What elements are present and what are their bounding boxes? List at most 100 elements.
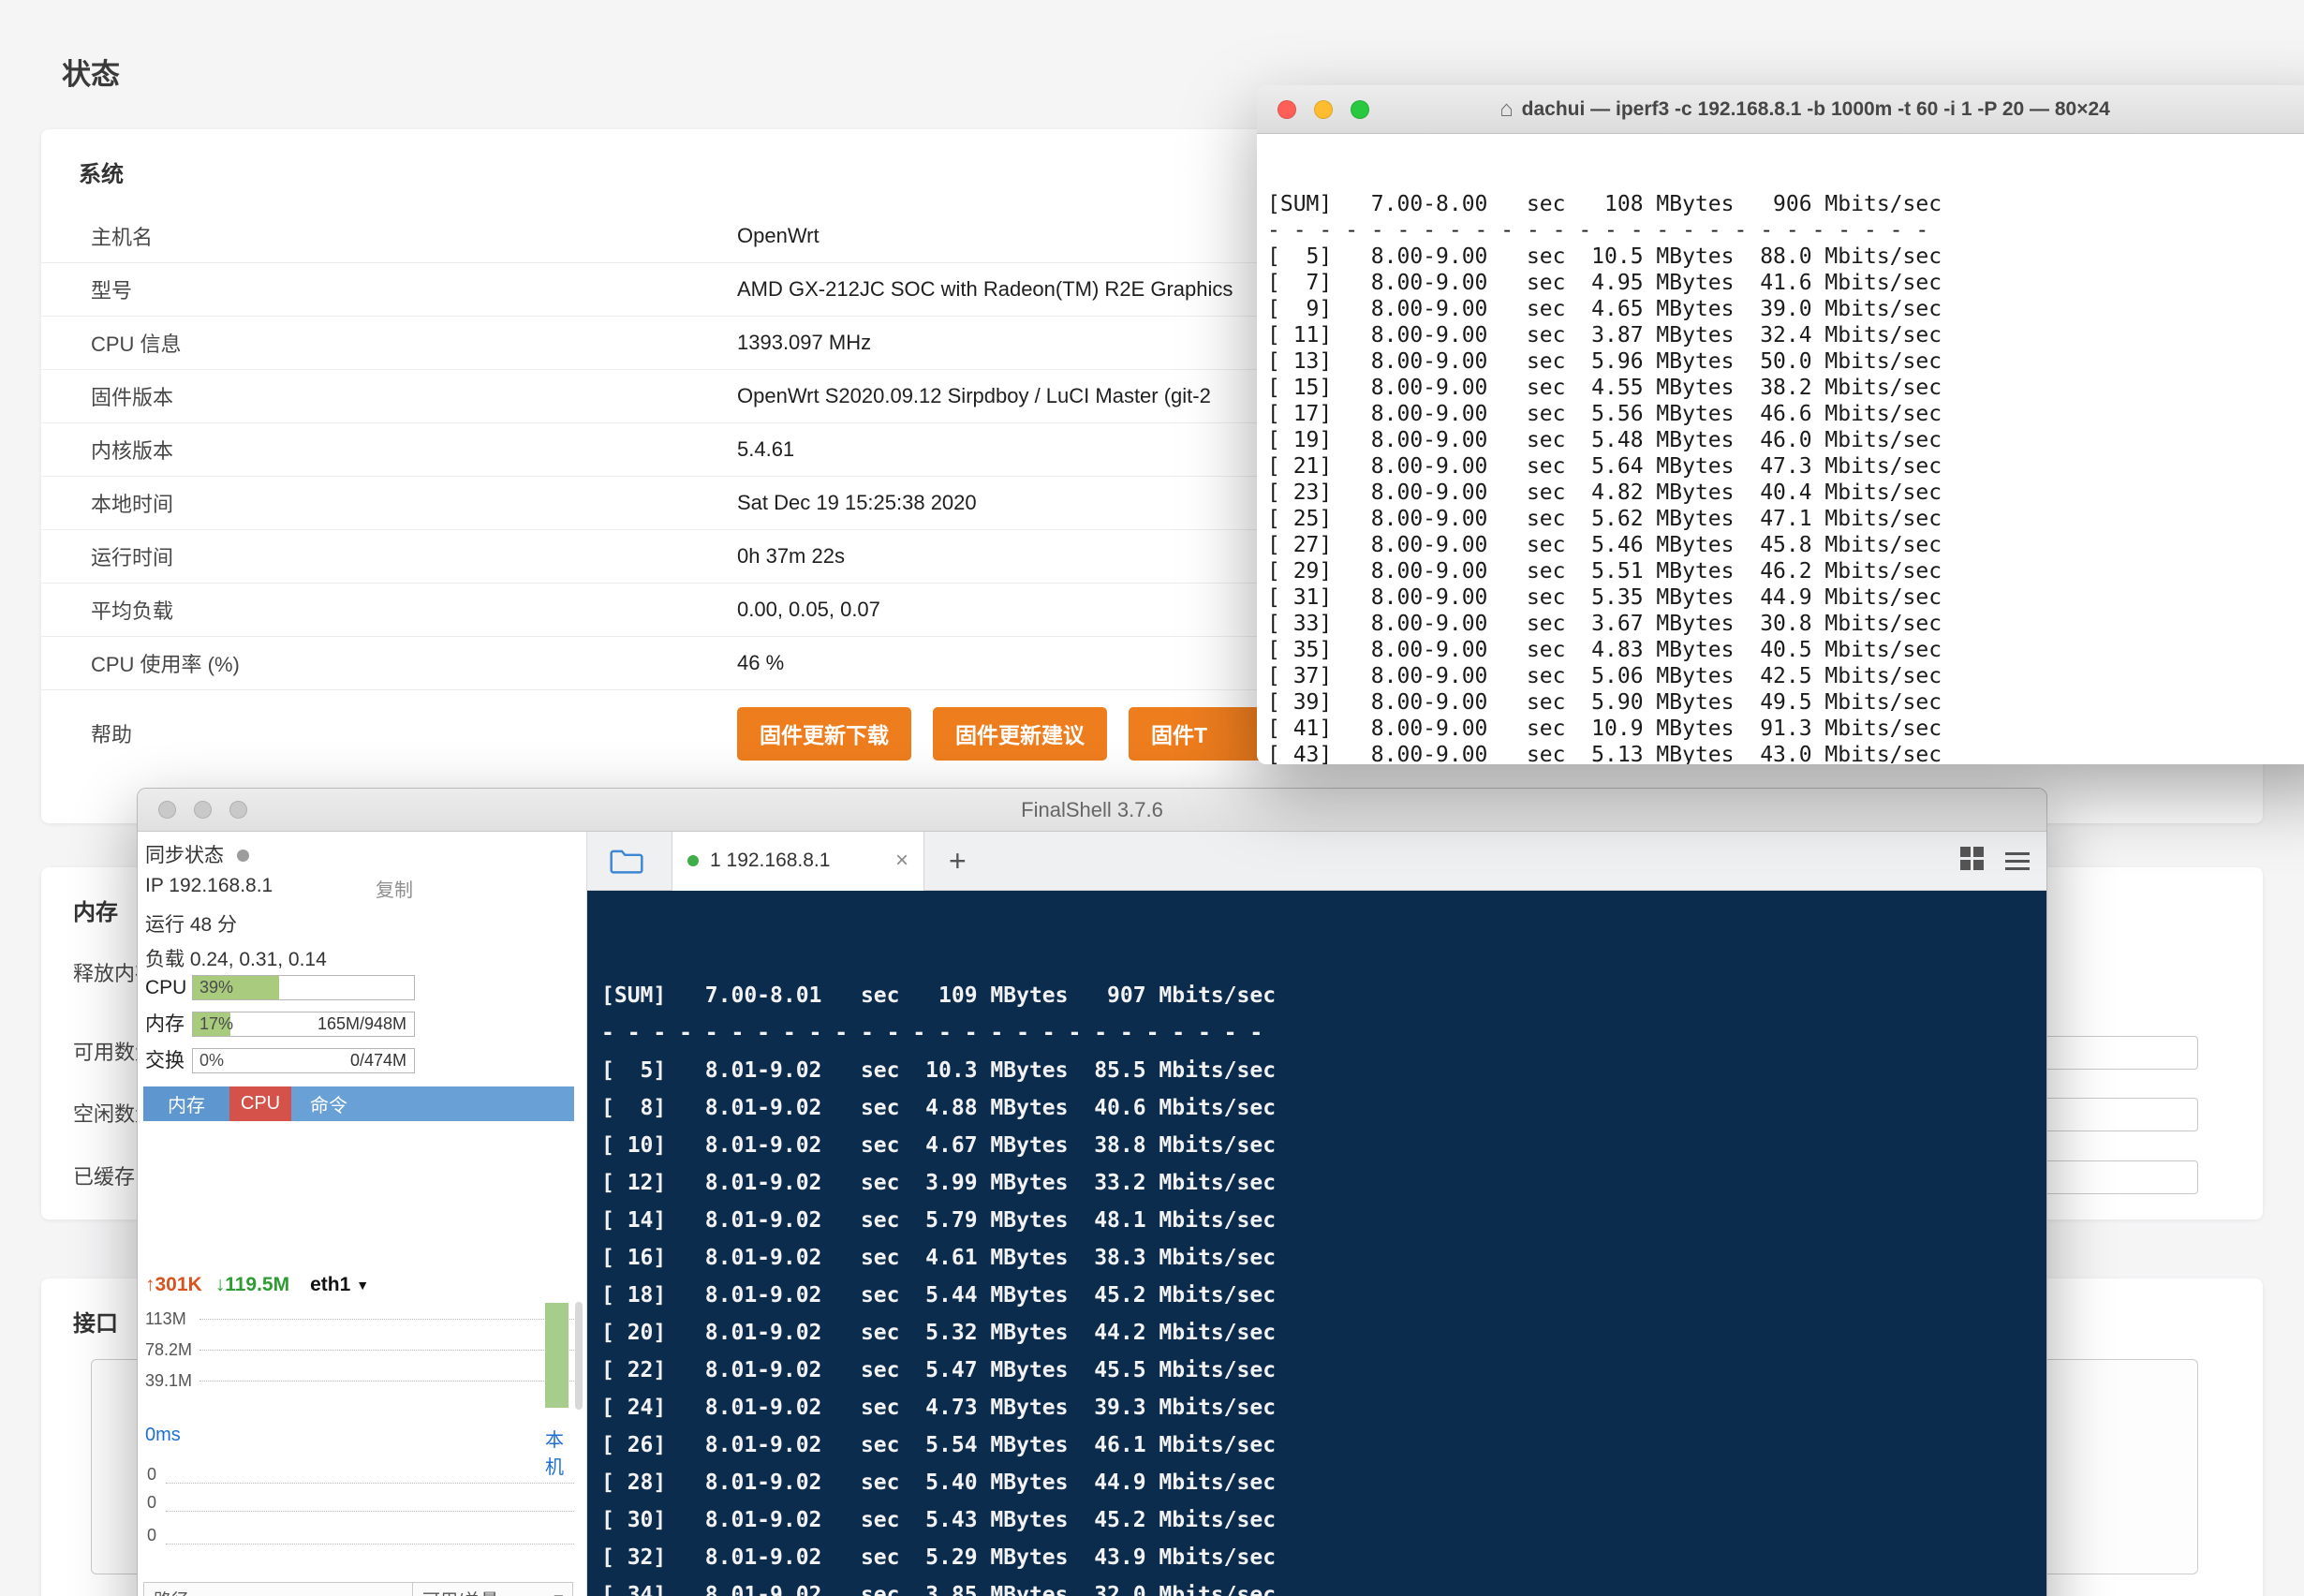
sync-status: 同步状态 xyxy=(145,840,249,868)
close-button[interactable] xyxy=(158,801,176,819)
traffic-chart: 113M 78.2M 39.1M xyxy=(145,1304,574,1396)
terminal-line: [ 27] 8.00-9.00 sec 5.46 MBytes 45.8 Mbi… xyxy=(1267,532,2304,558)
host-ip: IP 192.168.8.1 xyxy=(145,875,273,896)
chevron-down-icon[interactable]: ▼ xyxy=(356,1278,369,1293)
swap-label: 交换 xyxy=(145,1048,185,1073)
row-label: 主机名 xyxy=(41,221,737,251)
memory-meter: 17% 165M/948M xyxy=(192,1012,415,1037)
row-value: 46 % xyxy=(737,651,784,675)
terminal-output[interactable]: [SUM] 7.00-8.00 sec 108 MBytes 906 Mbits… xyxy=(1257,134,2304,764)
row-label: 本地时间 xyxy=(41,488,737,518)
cpu-label: CPU xyxy=(145,975,186,1000)
row-value: 0h 37m 22s xyxy=(737,544,845,569)
folder-icon[interactable] xyxy=(610,847,643,875)
network-stats-row: ↑301K ↓119.5M eth1 ▼ xyxy=(145,1274,369,1296)
terminal-line: [ 25] 8.00-9.00 sec 5.62 MBytes 47.1 Mbi… xyxy=(1267,506,2304,532)
row-value: 1393.097 MHz xyxy=(737,331,871,355)
row-label: 型号 xyxy=(41,274,737,304)
terminal-line: [SUM] 7.00-8.01 sec 109 MBytes 907 Mbits… xyxy=(601,977,2046,1014)
chart-gridline: 113M xyxy=(145,1304,574,1335)
swap-meter: 0% 0/474M xyxy=(192,1048,415,1073)
zoom-button[interactable] xyxy=(1351,100,1369,119)
cpu-percent: 39% xyxy=(199,976,233,999)
terminal-line: [ 26] 8.01-9.02 sec 5.54 MBytes 46.1 Mbi… xyxy=(601,1426,2046,1464)
minimize-button[interactable] xyxy=(1314,100,1333,119)
terminal-line: [SUM] 7.00-8.00 sec 108 MBytes 906 Mbits… xyxy=(1267,191,2304,217)
firmware-update-advice-button[interactable]: 固件更新建议 xyxy=(933,707,1107,761)
desktop: 状态 系统 主机名 OpenWrt 型号 AMD GX-212JC SOC wi… xyxy=(0,0,2304,1596)
session-tab-label: 1 192.168.8.1 xyxy=(710,850,830,872)
window-title: ⌂ dachui — iperf3 -c 192.168.8.1 -b 1000… xyxy=(1499,96,2110,123)
upload-rate: ↑301K xyxy=(145,1274,202,1296)
firmware-update-download-button[interactable]: 固件更新下载 xyxy=(737,707,911,761)
row-label: 平均负载 xyxy=(41,595,737,625)
sidebar-scrollbar[interactable] xyxy=(575,1302,583,1410)
terminal-line: [ 43] 8.00-9.00 sec 5.13 MBytes 43.0 Mbi… xyxy=(1267,742,2304,764)
ping-gridline: 0 xyxy=(147,1459,574,1484)
finalshell-titlebar[interactable]: FinalShell 3.7.6 xyxy=(138,789,2046,832)
layout-grid-icon[interactable] xyxy=(1959,846,1985,876)
terminal-line: [ 18] 8.01-9.02 sec 5.44 MBytes 45.2 Mbi… xyxy=(601,1277,2046,1314)
terminal-line: [ 22] 8.01-9.02 sec 5.47 MBytes 45.5 Mbi… xyxy=(601,1352,2046,1389)
down-arrow-icon: ↓ xyxy=(215,1274,226,1295)
terminal-line: [ 24] 8.01-9.02 sec 4.73 MBytes 39.3 Mbi… xyxy=(601,1389,2046,1426)
home-icon: ⌂ xyxy=(1499,96,1514,123)
close-icon[interactable]: × xyxy=(895,850,908,872)
cpu-meter-row: CPU 39% xyxy=(145,975,579,1000)
terminal-line: [ 14] 8.01-9.02 sec 5.79 MBytes 48.1 Mbi… xyxy=(601,1202,2046,1239)
chart-gridline: 78.2M xyxy=(145,1335,574,1366)
swap-detail: 0/474M xyxy=(350,1049,406,1072)
column-path[interactable]: 路径 xyxy=(143,1582,413,1596)
session-tabbar: 1 192.168.8.1 × + xyxy=(587,832,2046,891)
terminal-output: [SUM] 7.00-8.01 sec 109 MBytes 907 Mbits… xyxy=(601,977,2046,1596)
terminal-line: [ 20] 8.01-9.02 sec 5.32 MBytes 44.2 Mbi… xyxy=(601,1314,2046,1352)
help-label: 帮助 xyxy=(41,718,737,748)
row-value: 5.4.61 xyxy=(737,437,794,462)
terminal-window: ⌂ dachui — iperf3 -c 192.168.8.1 -b 1000… xyxy=(1257,85,2304,764)
row-value: AMD GX-212JC SOC with Radeon(TM) R2E Gra… xyxy=(737,277,1233,302)
tab-memory[interactable]: 内存 xyxy=(143,1086,229,1121)
tab-command[interactable]: 命令 xyxy=(291,1086,366,1121)
terminal-line: [ 32] 8.01-9.02 sec 5.29 MBytes 43.9 Mbi… xyxy=(601,1539,2046,1576)
terminal-line: [ 19] 8.00-9.00 sec 5.48 MBytes 46.0 Mbi… xyxy=(1267,427,2304,453)
terminal-line: [ 16] 8.01-9.02 sec 4.61 MBytes 38.3 Mbi… xyxy=(601,1239,2046,1277)
memory-heading: 内存 xyxy=(73,894,118,926)
terminal-titlebar[interactable]: ⌂ dachui — iperf3 -c 192.168.8.1 -b 1000… xyxy=(1257,85,2304,134)
terminal-line: [ 5] 8.01-9.02 sec 10.3 MBytes 85.5 Mbit… xyxy=(601,1052,2046,1089)
close-button[interactable] xyxy=(1278,100,1296,119)
tab-cpu[interactable]: CPU xyxy=(229,1086,291,1121)
download-rate: ↓119.5M xyxy=(215,1274,289,1296)
terminal-line: [ 33] 8.00-9.00 sec 3.67 MBytes 30.8 Mbi… xyxy=(1267,611,2304,637)
zoom-button[interactable] xyxy=(229,801,247,819)
copy-link[interactable]: 复制 xyxy=(376,875,413,902)
terminal-line: [ 39] 8.00-9.00 sec 5.90 MBytes 49.5 Mbi… xyxy=(1267,689,2304,716)
page-title: 状态 xyxy=(62,51,120,93)
traffic-bar xyxy=(545,1303,569,1408)
terminal-line: [ 31] 8.00-9.00 sec 5.35 MBytes 44.9 Mbi… xyxy=(1267,584,2304,611)
new-tab-button[interactable]: + xyxy=(949,846,967,876)
terminal-line: [ 30] 8.01-9.02 sec 5.43 MBytes 45.2 Mbi… xyxy=(601,1501,2046,1539)
menu-icon[interactable] xyxy=(2005,848,2030,875)
swap-percent: 0% xyxy=(199,1049,224,1072)
column-usage[interactable]: 可用/总量 ▾ xyxy=(413,1582,573,1596)
ping-value: 0ms xyxy=(145,1425,181,1445)
terminal-line: [ 13] 8.00-9.00 sec 5.96 MBytes 50.0 Mbi… xyxy=(1267,348,2304,375)
row-value: 0.00, 0.05, 0.07 xyxy=(737,598,880,622)
memory-meter-row: 内存 17% 165M/948M xyxy=(145,1012,579,1037)
row-label: CPU 使用率 (%) xyxy=(41,648,737,678)
terminal-line: - - - - - - - - - - - - - - - - - - - - … xyxy=(601,1014,2046,1052)
minimize-button[interactable] xyxy=(194,801,212,819)
row-label: CPU 信息 xyxy=(41,328,737,358)
session-tab[interactable]: 1 192.168.8.1 × xyxy=(672,832,924,891)
terminal-line: [ 11] 8.00-9.00 sec 3.87 MBytes 32.4 Mbi… xyxy=(1267,322,2304,348)
load-text: 负载 0.24, 0.31, 0.14 xyxy=(145,944,327,972)
window-title: FinalShell 3.7.6 xyxy=(1021,798,1163,822)
terminal-line: [ 37] 8.00-9.00 sec 5.06 MBytes 42.5 Mbi… xyxy=(1267,663,2304,689)
interface-selector[interactable]: eth1 xyxy=(310,1274,350,1296)
scale-label: 39.1M xyxy=(145,1371,199,1391)
connected-dot-icon xyxy=(687,855,699,866)
row-label: 内核版本 xyxy=(41,435,737,465)
finalshell-terminal[interactable]: [SUM] 7.00-8.01 sec 109 MBytes 907 Mbits… xyxy=(587,891,2046,1596)
ping-gridline: 0 xyxy=(147,1520,574,1544)
finalshell-window: FinalShell 3.7.6 同步状态 IP 192.168.8.1 复制 … xyxy=(137,788,2047,1596)
